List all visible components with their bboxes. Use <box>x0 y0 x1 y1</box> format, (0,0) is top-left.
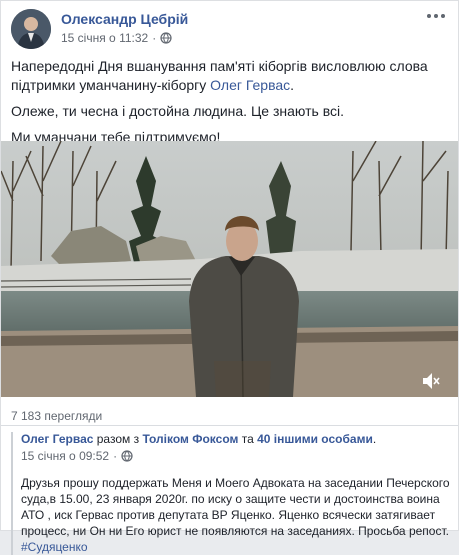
tagged-person-link-1[interactable]: Толіком Фоксом <box>142 432 238 446</box>
divider <box>1 425 458 426</box>
shared-post-timestamp[interactable]: 15 січня о 09:52 <box>21 449 109 463</box>
shared-post-text: Друзья прошу поддержать Меня и Моего Адв… <box>21 475 451 555</box>
avatar[interactable] <box>11 9 51 49</box>
video-frame <box>1 141 458 397</box>
shared-post-header: Олег Гервас разом з Толіком Фоксом та 40… <box>21 432 451 447</box>
tagged-others-link[interactable]: 40 іншими особами <box>257 432 373 446</box>
shared-body-text: Друзья прошу поддержать Меня и Моего Адв… <box>21 476 450 538</box>
post-paragraph-1: Напередодні Дня вшанування пам'яті кібор… <box>11 57 451 95</box>
more-dots-icon[interactable] <box>425 9 447 25</box>
tagged-person-link[interactable]: Олег Гервас <box>210 77 290 93</box>
tail-text: . <box>372 432 377 446</box>
shared-author-name[interactable]: Олег Гервас <box>21 432 93 446</box>
globe-icon <box>121 450 133 462</box>
post-timestamp[interactable]: 15 січня о 11:32 <box>61 31 148 45</box>
post-text: Напередодні Дня вшанування пам'яті кібор… <box>11 57 451 154</box>
with-text: разом з <box>93 432 143 446</box>
hashtag-link[interactable]: #Судяценко <box>21 540 88 554</box>
post-meta: 15 січня о 11:32 · <box>61 31 172 45</box>
paragraph1-suffix: . <box>290 77 295 93</box>
post-author-name[interactable]: Олександр Цебрій <box>61 11 188 27</box>
and-text: та <box>238 432 258 446</box>
shared-post: Олег Гервас разом з Толіком Фоксом та 40… <box>11 432 451 555</box>
post-paragraph-2: Олеже, ти чесна і достойна людина. Це зн… <box>11 103 344 119</box>
post-card: Олександр Цебрій 15 січня о 11:32 · Напе… <box>0 0 459 555</box>
shared-post-meta: 15 січня о 09:52 · <box>21 449 451 463</box>
globe-icon <box>160 32 172 44</box>
view-count: 7 183 перегляди <box>11 409 103 423</box>
video-player[interactable] <box>1 141 458 397</box>
post-header: Олександр Цебрій 15 січня о 11:32 · <box>11 9 451 49</box>
